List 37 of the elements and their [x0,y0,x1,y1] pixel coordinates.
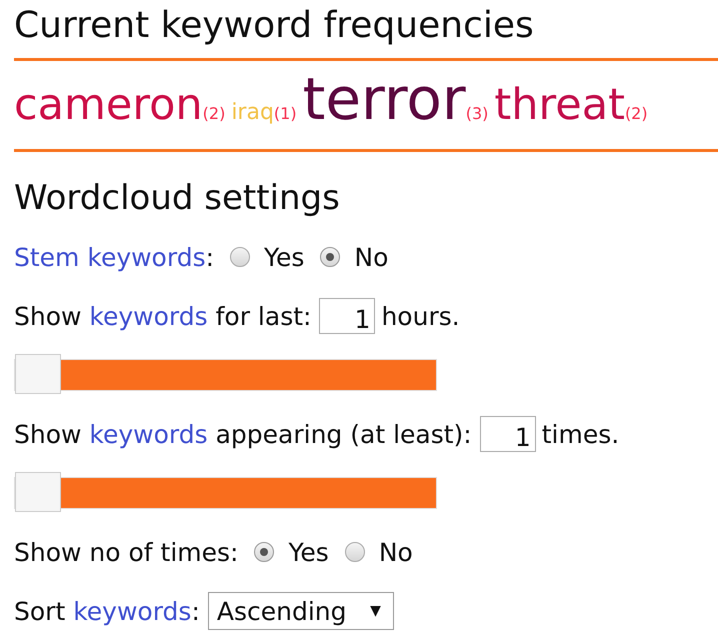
radio-button[interactable] [320,247,340,267]
section-title: Current keyword frequencies [14,6,535,46]
caret-icon: ▼ [370,603,381,619]
number-field[interactable]: 1 [480,416,536,452]
label-text: : [206,242,214,272]
option-label: Yes [288,538,329,566]
label-text: for last: [214,302,312,330]
keyword-count: (2) [624,104,648,123]
settings-link[interactable]: Stem keywords [14,242,206,272]
keyword-count: (3) [466,104,488,123]
label-text: appearing (at least): [214,420,472,448]
label-text: Sort [14,596,66,626]
unit-text: times. [542,420,620,448]
settings-link[interactable]: keywords [89,302,208,330]
label-text: Show [14,302,82,330]
settings-link[interactable]: keywords [89,420,208,448]
slider-thumb[interactable] [15,354,61,394]
unit-text: hours. [381,302,460,330]
option-label: No [378,538,413,566]
keyword-count: (2) [202,104,226,123]
radio-button[interactable] [344,542,365,562]
label-text: Show no of times: [14,538,238,566]
label-text: : [191,596,200,626]
keyword-link[interactable]: terror [302,61,466,137]
keyword-link[interactable]: threat [494,67,625,143]
option-label: Yes [264,242,304,272]
settings-link[interactable]: keywords [73,596,192,626]
radio-button[interactable] [230,247,250,267]
radio-button[interactable] [254,542,274,562]
label-text: Show [14,420,82,448]
slider-thumb[interactable] [15,472,61,512]
sort-dropdown[interactable]: Ascending ▼ [208,592,394,630]
number-field[interactable]: 1 [319,298,376,334]
keyword-link[interactable]: cameron [14,67,203,143]
keyword-count: (1) [274,104,297,123]
option-label: No [354,242,388,272]
section-title: Wordcloud settings [14,178,341,218]
